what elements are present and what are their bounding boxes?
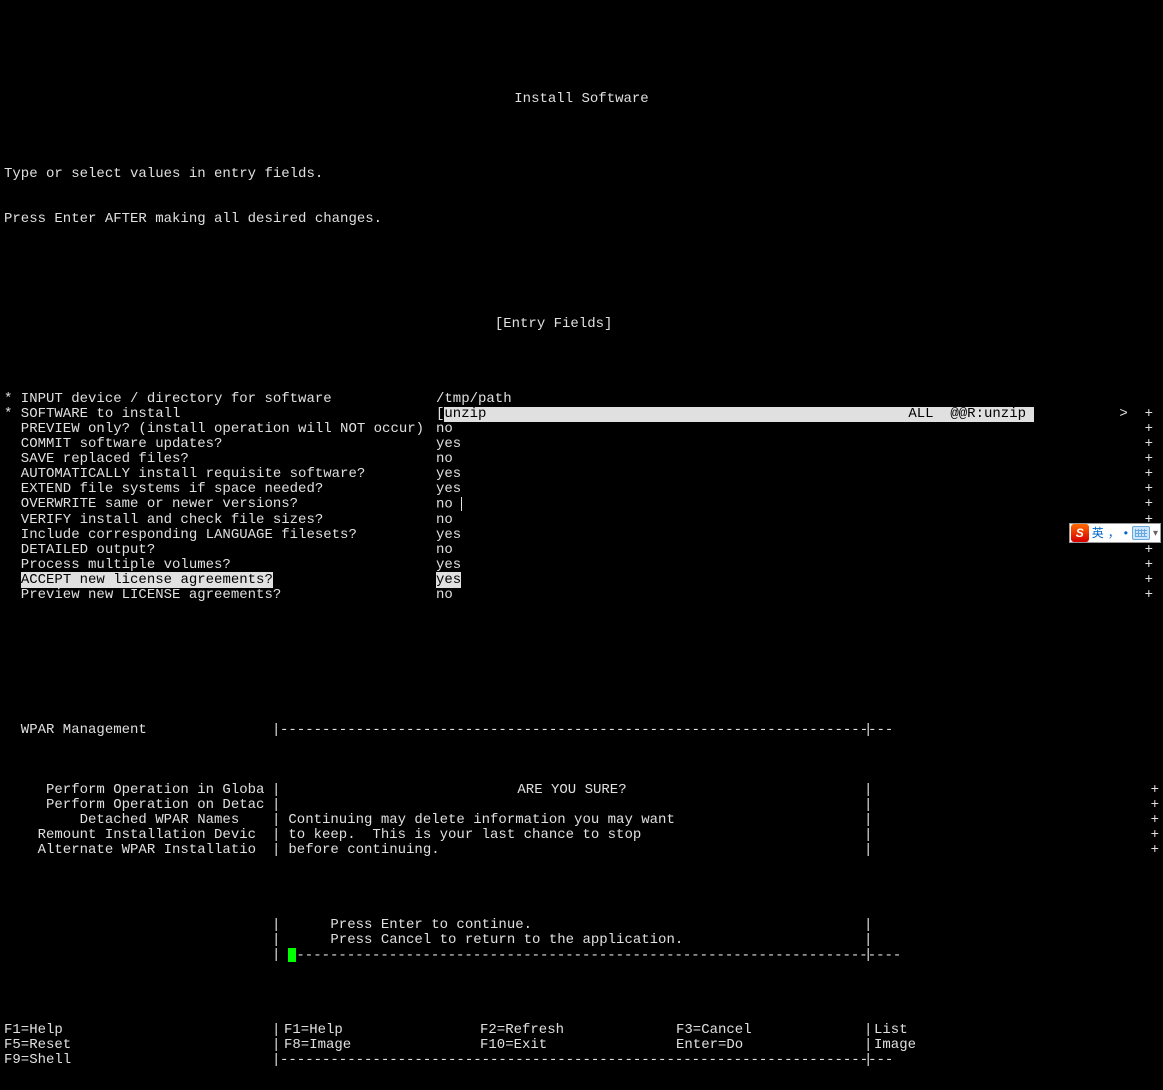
ime-dropdown-icon[interactable]: ▾ (1153, 526, 1158, 541)
field-value[interactable]: yes (436, 482, 1036, 497)
window-title: Install Software (4, 92, 1159, 107)
field-label: SAVE replaced files? (4, 452, 436, 467)
field-value[interactable]: yes (436, 558, 1036, 573)
wpar-header: WPAR Management (4, 723, 272, 738)
field-plus: + (1036, 558, 1159, 573)
field-label: EXTEND file systems if space needed? (4, 482, 436, 497)
field-plus (1036, 392, 1159, 407)
fkey-left[interactable]: F5=Reset (4, 1038, 272, 1053)
fkey[interactable]: F3=Cancel (676, 1023, 872, 1038)
field-plus: > + (1036, 407, 1159, 422)
keyboard-icon[interactable] (1132, 526, 1150, 540)
fkey[interactable]: F10=Exit (480, 1038, 676, 1053)
fkey-left[interactable]: F9=Shell (4, 1053, 272, 1068)
dialog-bottom-border: ----------------------------------------… (280, 1053, 864, 1068)
ime-indicator[interactable]: S 英 ， • ▾ (1069, 523, 1161, 543)
field-value[interactable]: no (436, 422, 1036, 437)
field-plus: + (1036, 422, 1159, 437)
wpar-item[interactable]: Detached WPAR Names (4, 813, 272, 828)
fkey[interactable]: F8=Image (284, 1038, 480, 1053)
ime-punct[interactable]: ， (1108, 526, 1120, 541)
dialog-cursor-row: ----------------------------------------… (280, 948, 864, 964)
wpar-item[interactable]: Perform Operation on Detac (4, 798, 272, 813)
field-label: Process multiple volumes? (4, 558, 436, 573)
fkey[interactable]: F1=Help (284, 1023, 480, 1038)
entry-fields-header: [Entry Fields] (495, 316, 613, 332)
wpar-item[interactable]: Remount Installation Devic (4, 828, 272, 843)
dialog-line: Press Cancel to return to the applicatio… (280, 933, 864, 948)
wpar-item[interactable]: Alternate WPAR Installatio (4, 843, 272, 858)
field-label: VERIFY install and check file sizes? (4, 513, 436, 528)
dialog-line: before continuing. (280, 843, 864, 858)
field-value[interactable]: no (436, 588, 1036, 603)
ime-full[interactable]: • (1124, 526, 1128, 541)
field-plus: + (1036, 437, 1159, 452)
sogou-icon: S (1071, 524, 1089, 542)
field-value[interactable]: /tmp/path (436, 392, 1036, 407)
dialog-line: Press Enter to continue. (280, 918, 864, 933)
wpar-item[interactable]: Perform Operation in Globa (4, 783, 272, 798)
field-label: ACCEPT new license agreements? (4, 573, 436, 588)
fkey[interactable]: Enter=Do (676, 1038, 872, 1053)
dialog-line: Continuing may delete information you ma… (280, 813, 864, 828)
field-label: AUTOMATICALLY install requisite software… (4, 467, 436, 482)
field-plus: + (1036, 573, 1159, 588)
field-plus: + (1036, 452, 1159, 467)
field-label: COMMIT software updates? (4, 437, 436, 452)
field-value[interactable]: no (436, 452, 1036, 467)
ime-lang[interactable]: 英 (1092, 526, 1104, 541)
field-value[interactable]: yes (436, 573, 1036, 588)
field-plus: + (1036, 482, 1159, 497)
field-plus: + (1036, 467, 1159, 482)
field-value[interactable]: yes (436, 467, 1036, 482)
cursor-block (288, 948, 296, 962)
field-label: Include corresponding LANGUAGE filesets? (4, 528, 436, 543)
field-label: Preview new LICENSE agreements? (4, 588, 436, 603)
field-value[interactable]: no (436, 513, 1036, 528)
instruction-1: Type or select values in entry fields. (4, 167, 1159, 182)
fkey[interactable]: F2=Refresh (480, 1023, 676, 1038)
field-value[interactable]: yes (436, 437, 1036, 452)
field-plus: + (1036, 588, 1159, 603)
field-label: PREVIEW only? (install operation will NO… (4, 422, 436, 437)
field-value[interactable]: yes (436, 528, 1036, 543)
dialog-top-border: ----------------------------------------… (280, 723, 864, 738)
field-value[interactable]: no (436, 497, 1036, 513)
field-plus: + (1036, 497, 1159, 513)
fkey-right[interactable]: List (872, 1023, 1159, 1038)
field-label: OVERWRITE same or newer versions? (4, 497, 436, 513)
dialog-line (280, 798, 864, 813)
fkey-left[interactable]: F1=Help (4, 1023, 272, 1038)
dialog-line: to keep. This is your last chance to sto… (280, 828, 864, 843)
field-label: * SOFTWARE to install (4, 407, 436, 422)
field-value[interactable]: [unzipALL @@R:unzip (436, 407, 1036, 422)
field-label: * INPUT device / directory for software (4, 392, 436, 407)
dialog-line: ARE YOU SURE? (280, 783, 864, 798)
instruction-2: Press Enter AFTER making all desired cha… (4, 212, 1159, 227)
fkey-right[interactable]: Image (872, 1038, 1159, 1053)
